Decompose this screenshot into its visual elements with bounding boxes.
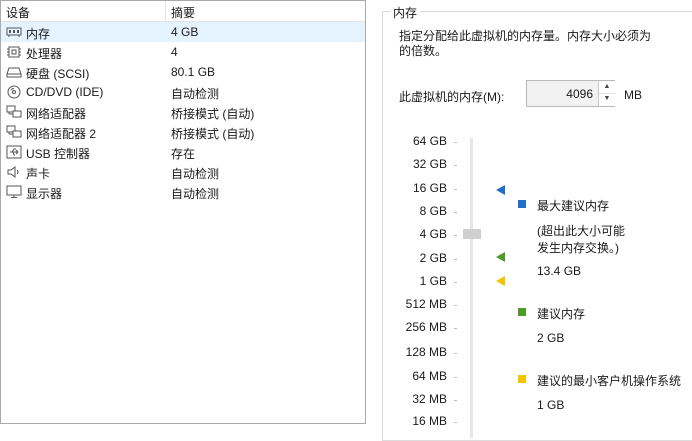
device-name: 声卡 [26,167,51,181]
device-row-sound-card[interactable]: 声卡 自动检测 [1,162,365,182]
memory-input[interactable] [527,81,597,106]
device-summary: 4 [171,45,178,59]
scale-tick [454,328,457,329]
device-row-hard-disk[interactable]: 硬盘 (SCSI) 80.1 GB [1,62,365,82]
scale-tick [454,305,457,306]
scale-tick [454,353,457,354]
column-header-summary[interactable]: 摘要 [171,4,195,21]
min-guest-os-marker [496,276,505,286]
scale-label: 512 MB [405,297,447,311]
device-summary: 桥接模式 (自动) [171,127,255,141]
device-list-header: 设备 摘要 [1,1,365,22]
memory-field-label: 此虚拟机的内存(M): [399,90,505,104]
scale-tick [454,282,457,283]
scale-tick [454,235,457,236]
scale-label: 256 MB [405,320,447,334]
network-adapter-icon [6,105,22,119]
device-name: 内存 [26,27,51,41]
scale-label: 2 GB [419,251,447,265]
max-recommended-legend-swatch [518,200,526,208]
device-summary: 自动检测 [171,167,220,181]
recommended-label: 建议内存 [537,307,586,321]
memory-slider-thumb[interactable] [463,229,481,239]
scale-label: 1 GB [419,274,447,288]
network-adapter-icon [6,125,22,139]
device-summary: 4 GB [171,25,199,39]
scale-label: 16 GB [412,181,447,195]
device-row-network-adapter-2[interactable]: 网络适配器 2 桥接模式 (自动) [1,122,365,142]
scale-label: 8 GB [419,204,447,218]
max-recommended-label: 最大建议内存 [537,199,610,213]
memory-group-title: 内存 [390,4,421,21]
device-name: 网络适配器 [26,107,87,121]
device-summary: 桥接模式 (自动) [171,107,255,121]
scale-tick [454,142,457,143]
max-recommended-value: 13.4 GB [537,264,582,278]
scale-tick [454,259,457,260]
recommended-value: 2 GB [537,331,565,345]
min-guest-os-label: 建议的最小客户机操作系统 [537,374,682,388]
device-name: 硬盘 (SCSI) [26,67,90,81]
min-guest-os-value: 1 GB [537,398,565,412]
scale-tick [454,377,457,378]
memory-unit-label: MB [624,88,642,102]
min-guest-os-legend-swatch [518,375,526,383]
scale-label: 4 GB [419,227,447,241]
hard-disk-icon [6,65,22,79]
scale-label: 32 MB [412,392,447,406]
chevron-up-icon: ▲ [603,83,611,90]
scale-label: 128 MB [405,345,447,359]
device-row-usb-controller[interactable]: USB 控制器 存在 [1,142,365,162]
recommended-legend-swatch [518,308,526,316]
device-row-network-adapter[interactable]: 网络适配器 桥接模式 (自动) [1,102,365,122]
sound-card-icon [6,165,22,179]
scale-label: 32 GB [412,157,447,171]
device-list-panel: 设备 摘要 内存 4 GB 处理器 4 硬盘 (SCSI) 80.1 GB CD… [0,0,366,424]
memory-description-line1: 指定分配给此虚拟机的内存量。内存大小必须为 [399,29,652,43]
device-row-processor[interactable]: 处理器 4 [1,42,365,62]
device-summary: 自动检测 [171,187,220,201]
scale-label: 16 MB [412,414,447,428]
device-row-display[interactable]: 显示器 自动检测 [1,182,365,202]
scale-tick [454,212,457,213]
recommended-marker [496,252,505,262]
cd-dvd-icon [6,85,22,99]
device-name: 网络适配器 2 [26,127,97,141]
scale-tick [454,189,457,190]
column-header-device[interactable]: 设备 [6,4,30,21]
scale-tick [454,400,457,401]
processor-icon [6,45,22,59]
device-row-memory[interactable]: 内存 4 GB [1,22,365,42]
memory-icon [6,25,22,39]
max-recommended-note-line1: (超出此大小可能 [537,224,625,238]
memory-description-line2: 的倍数。 [399,44,448,58]
device-row-cd-dvd[interactable]: CD/DVD (IDE) 自动检测 [1,82,365,102]
device-summary: 存在 [171,147,196,161]
scale-tick [454,422,457,423]
max-recommended-note-line2: 发生内存交换。) [537,241,619,255]
decrease-memory-button[interactable]: ▼ [599,93,615,105]
chevron-down-icon: ▼ [603,95,611,102]
device-name: 显示器 [26,187,63,201]
usb-controller-icon [6,145,22,159]
memory-spin-buttons: ▲ ▼ [598,81,615,106]
memory-spinbox[interactable]: ▲ ▼ [526,80,615,107]
column-separator[interactable] [165,1,166,21]
scale-label: 64 MB [412,369,447,383]
scale-tick [454,165,457,166]
scale-label: 64 GB [412,134,447,148]
memory-description: 指定分配给此虚拟机的内存量。内存大小必须为 的倍数。 [399,29,692,59]
max-recommended-marker [496,185,505,195]
display-icon [6,185,22,199]
device-name: USB 控制器 [26,147,91,161]
device-summary: 80.1 GB [171,65,216,79]
device-name: CD/DVD (IDE) [26,85,104,99]
memory-slider-track[interactable] [470,138,473,438]
device-name: 处理器 [26,47,63,61]
device-summary: 自动检测 [171,87,220,101]
